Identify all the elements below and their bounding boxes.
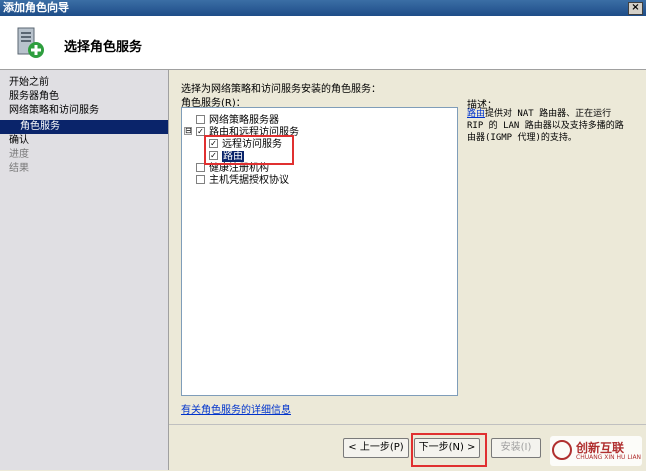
step-confirmation[interactable]: 确认 [9, 134, 29, 148]
description-text: 路由提供对 NAT 路由器、正在运行 RIP 的 LAN 路由器以及支持多播的路… [467, 108, 627, 144]
role-services-tree[interactable]: 网络策略服务器 ⊟ ✓ 路由和远程访问服务 ✓ 远程访问服务 ✓ 路由 健康注册机构 主… [181, 107, 458, 396]
description-body: 提供对 NAT 路由器、正在运行 RIP 的 LAN 路由器以及支持多播的路由器… [467, 109, 624, 143]
checkbox-hcap[interactable] [196, 174, 205, 184]
brand-logo-icon [552, 440, 572, 460]
wizard-steps-sidebar: 开始之前 服务器角色 网络策略和访问服务 角色服务 确认 进度 结果 [0, 70, 169, 470]
step-npas[interactable]: 网络策略和访问服务 [9, 104, 99, 118]
annotation-next-box [411, 433, 487, 467]
wizard-header: 选择角色服务 [0, 16, 646, 70]
watermark-subtext: CHUANG XIN HU LIAN [576, 454, 642, 461]
checkbox-nps[interactable] [196, 114, 205, 124]
instruction-text: 选择为网络策略和访问服务安装的角色服务： [181, 84, 381, 95]
main-panel: 选择为网络策略和访问服务安装的角色服务： 角色服务(R)： 网络策略服务器 ⊟ ✓… [169, 70, 646, 470]
tree-item-label: 主机凭据授权协议 [209, 175, 289, 186]
window-title: 添加角色向导 [3, 1, 69, 14]
annotation-highlight-box [204, 135, 294, 165]
more-info-link[interactable]: 有关角色服务的详细信息 [181, 401, 291, 416]
description-routing-link[interactable]: 路由 [467, 109, 485, 119]
tree-item-nps[interactable]: 网络策略服务器 [196, 114, 279, 127]
step-progress: 进度 [9, 149, 29, 160]
watermark-logo: 创新互联 CHUANG XIN HU LIAN [550, 436, 642, 466]
close-button[interactable]: × [628, 2, 643, 15]
step-results: 结果 [9, 163, 29, 174]
step-before-you-begin[interactable]: 开始之前 [9, 76, 49, 90]
step-role-services-label: 角色服务 [20, 121, 60, 132]
server-role-icon [17, 27, 44, 58]
page-title: 选择角色服务 [64, 40, 143, 55]
collapse-icon[interactable]: ⊟ [184, 127, 192, 135]
step-role-services[interactable]: 角色服务 [0, 120, 168, 134]
window-titlebar: 添加角色向导 × [0, 0, 646, 16]
back-button[interactable]: < 上一步(P) [343, 438, 409, 458]
install-button: 安装(I) [491, 438, 541, 458]
tree-item-hcap[interactable]: 主机凭据授权协议 [196, 174, 289, 187]
step-server-roles[interactable]: 服务器角色 [9, 90, 59, 104]
tree-item-label: 网络策略服务器 [209, 115, 279, 126]
